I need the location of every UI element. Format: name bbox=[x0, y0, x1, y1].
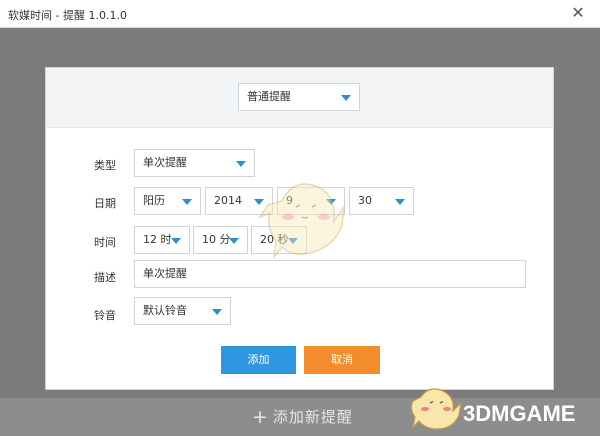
reminder-kind-select[interactable]: 普通提醒 bbox=[238, 83, 360, 111]
chevron-down-icon bbox=[229, 238, 239, 244]
time-label: 时间 bbox=[94, 236, 116, 249]
add-new-label: 添加新提醒 bbox=[272, 408, 353, 426]
chevron-down-icon bbox=[395, 199, 405, 205]
hour-value: 12 时 bbox=[143, 233, 172, 246]
reminder-kind-value: 普通提醒 bbox=[247, 90, 291, 103]
mascot-watermark-icon bbox=[258, 183, 346, 260]
year-value: 2014 bbox=[214, 194, 242, 207]
minute-select[interactable]: 10 分 bbox=[193, 226, 248, 254]
ringtone-label: 铃音 bbox=[94, 309, 116, 322]
add-button[interactable]: 添加 bbox=[221, 346, 296, 374]
type-label: 类型 bbox=[94, 159, 116, 172]
chevron-down-icon bbox=[182, 199, 192, 205]
day-value: 30 bbox=[358, 194, 372, 207]
minute-value: 10 分 bbox=[202, 233, 231, 246]
type-value: 单次提醒 bbox=[143, 156, 187, 169]
add-new-reminder-button[interactable]: + 添加新提醒 bbox=[252, 406, 353, 428]
chevron-down-icon bbox=[341, 95, 351, 101]
type-select[interactable]: 单次提醒 bbox=[134, 149, 255, 177]
description-value: 单次提醒 bbox=[143, 267, 187, 280]
window-title: 软媒时间 - 提醒 1.0.1.0 bbox=[8, 9, 127, 22]
day-select[interactable]: 30 bbox=[349, 187, 414, 215]
calendar-type-select[interactable]: 阳历 bbox=[134, 187, 201, 215]
dialog-header: 普通提醒 bbox=[46, 68, 553, 128]
title-bar: 软媒时间 - 提醒 1.0.1.0 ✕ bbox=[0, 0, 600, 28]
description-input[interactable]: 单次提醒 bbox=[134, 260, 526, 288]
mascot-logo-icon bbox=[410, 388, 462, 430]
plus-icon: + bbox=[252, 406, 269, 428]
ringtone-value: 默认铃音 bbox=[143, 304, 187, 317]
close-icon[interactable]: ✕ bbox=[568, 3, 588, 23]
chevron-down-icon bbox=[236, 161, 246, 167]
hour-select[interactable]: 12 时 bbox=[134, 226, 190, 254]
date-label: 日期 bbox=[94, 197, 116, 210]
cancel-button[interactable]: 取消 bbox=[304, 346, 380, 374]
calendar-type-value: 阳历 bbox=[143, 194, 165, 207]
chevron-down-icon bbox=[212, 309, 222, 315]
description-label: 描述 bbox=[94, 271, 116, 284]
chevron-down-icon bbox=[171, 238, 181, 244]
ringtone-select[interactable]: 默认铃音 bbox=[134, 297, 231, 325]
site-watermark: 3DMGAME bbox=[463, 401, 576, 426]
